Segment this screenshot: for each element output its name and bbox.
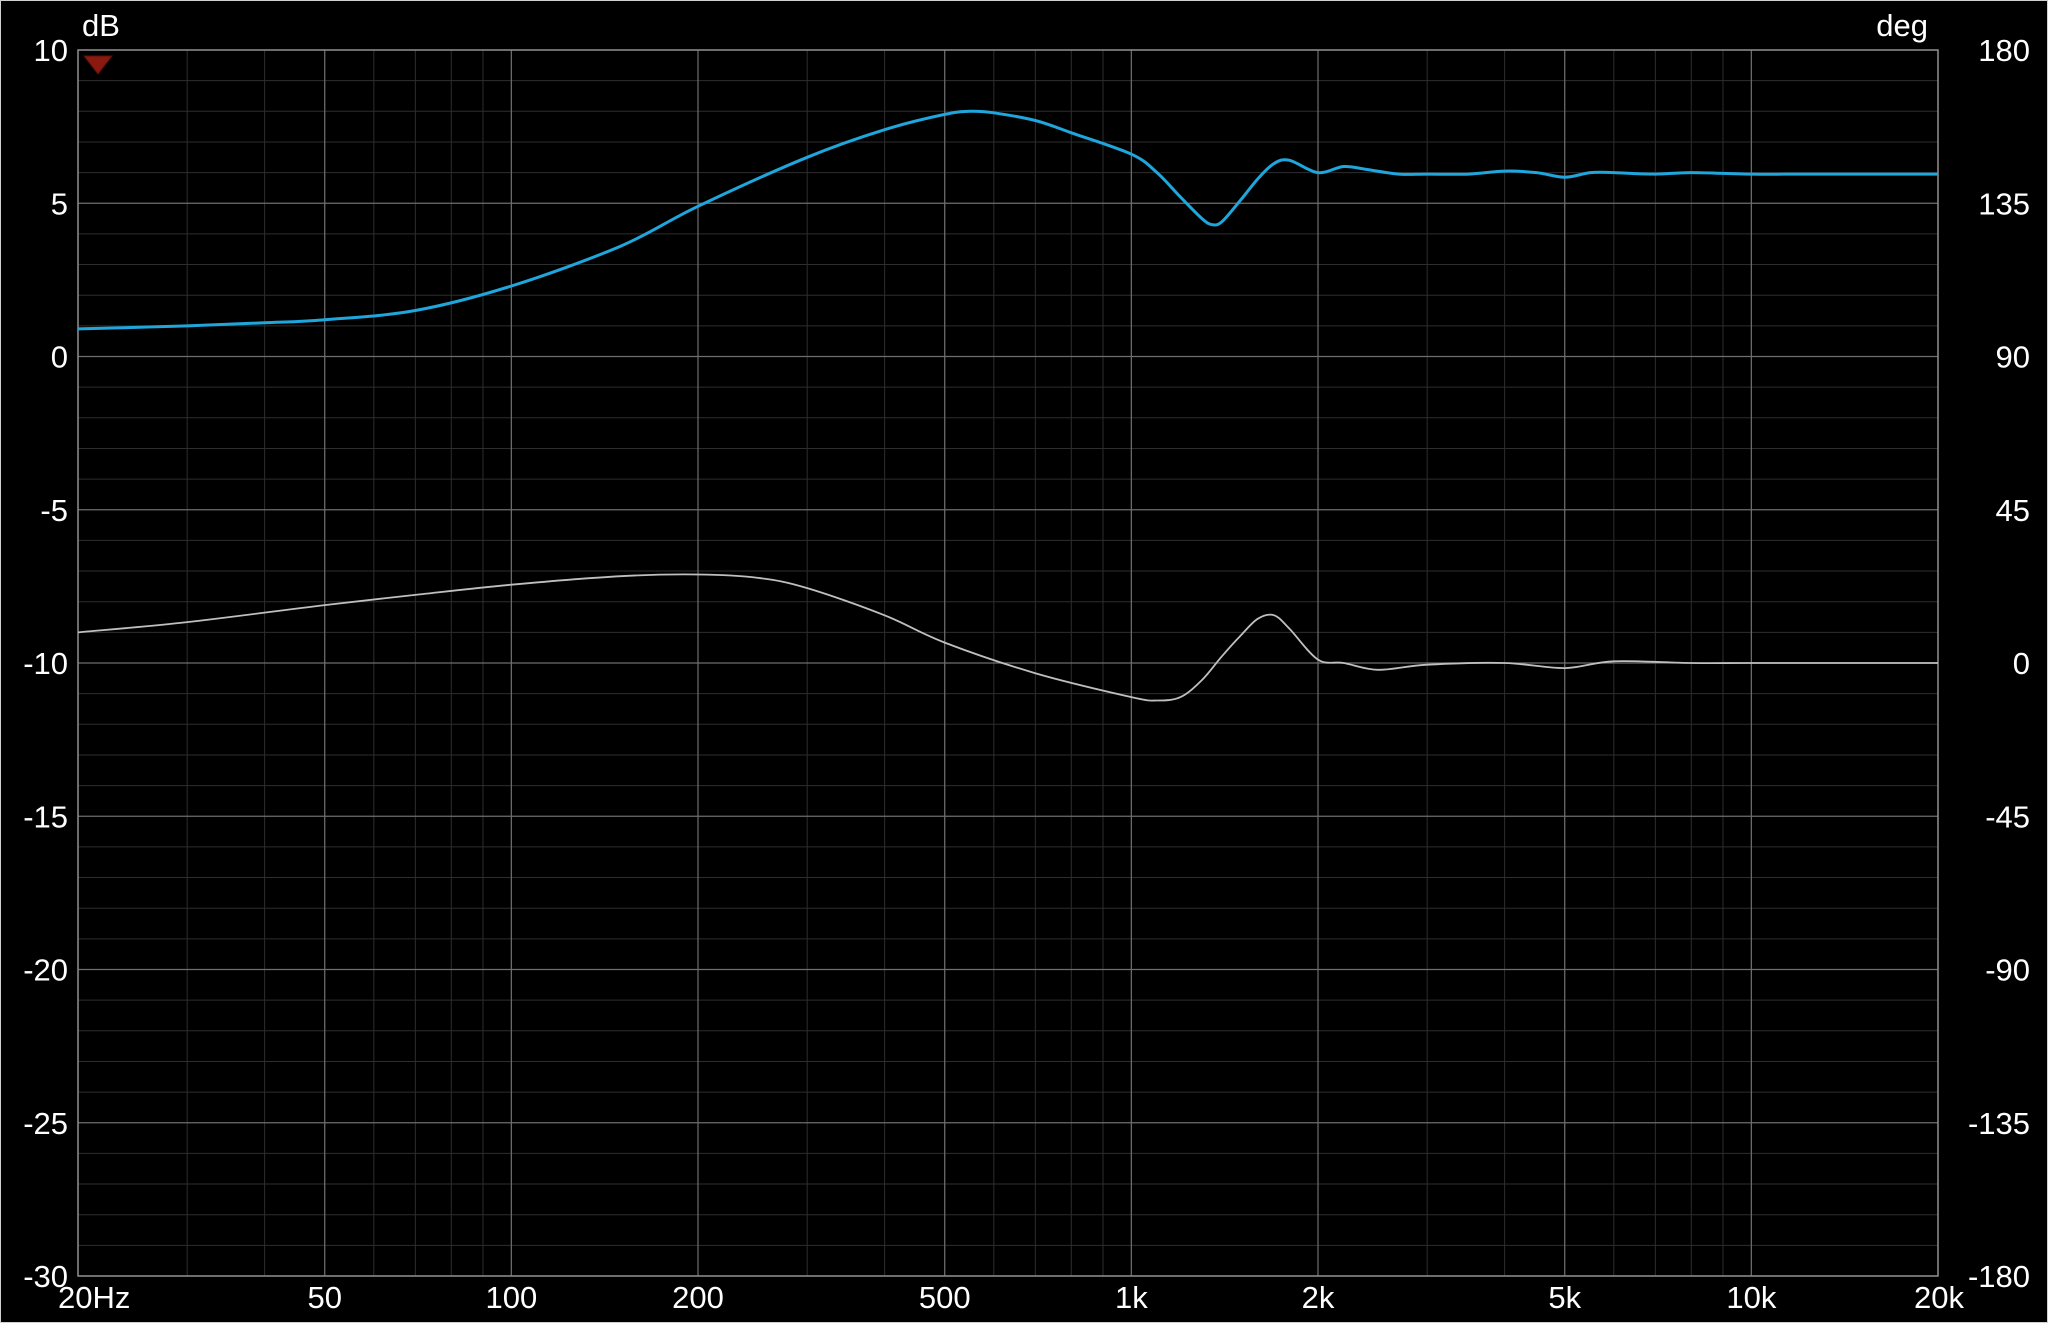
- y-left-tick-label: 5: [51, 186, 68, 221]
- y-right-tick-label: 180: [1978, 33, 2030, 68]
- y-left-tick-label: 0: [51, 340, 68, 375]
- x-tick-label: 50: [307, 1280, 341, 1315]
- x-tick-label: 20Hz: [58, 1280, 130, 1315]
- y-right-tick-label: 90: [1996, 340, 2030, 375]
- y-left-tick-label: -10: [23, 646, 68, 681]
- y-left-tick-label: -25: [23, 1106, 68, 1141]
- y-right-tick-label: 135: [1978, 186, 2030, 221]
- y-left-tick-label: -15: [23, 799, 68, 834]
- left-axis-unit: dB: [82, 8, 120, 43]
- x-tick-label: 20k: [1914, 1280, 1964, 1315]
- x-tick-label: 500: [919, 1280, 971, 1315]
- x-tick-label: 5k: [1548, 1280, 1581, 1315]
- y-left-tick-label: 10: [34, 33, 68, 68]
- x-tick-label: 100: [485, 1280, 537, 1315]
- y-right-tick-label: -180: [1968, 1259, 2030, 1294]
- x-tick-label: 1k: [1115, 1280, 1148, 1315]
- frequency-response-chart: 10 5 0 -5 -10 -15 -20 -25 -30 180 135 90 45 0 -45 -90 -1…: [0, 0, 2048, 1323]
- y-left-tick-label: -20: [23, 953, 68, 988]
- y-right-tick-label: 45: [1996, 493, 2030, 528]
- y-right-tick-label: 0: [2013, 646, 2030, 681]
- x-tick-label: 2k: [1302, 1280, 1335, 1315]
- y-right-tick-label: -45: [1985, 799, 2030, 834]
- x-tick-label: 10k: [1726, 1280, 1776, 1315]
- chart-background: [0, 0, 2048, 1323]
- right-axis-unit: deg: [1876, 8, 1928, 43]
- y-right-tick-label: -90: [1985, 953, 2030, 988]
- chart-svg: 1050-5-10-15-20-25-3018013590450-45-90-1…: [0, 0, 2048, 1323]
- y-right-tick-label: -135: [1968, 1106, 2030, 1141]
- x-tick-label: 200: [672, 1280, 724, 1315]
- y-left-tick-label: -5: [40, 493, 68, 528]
